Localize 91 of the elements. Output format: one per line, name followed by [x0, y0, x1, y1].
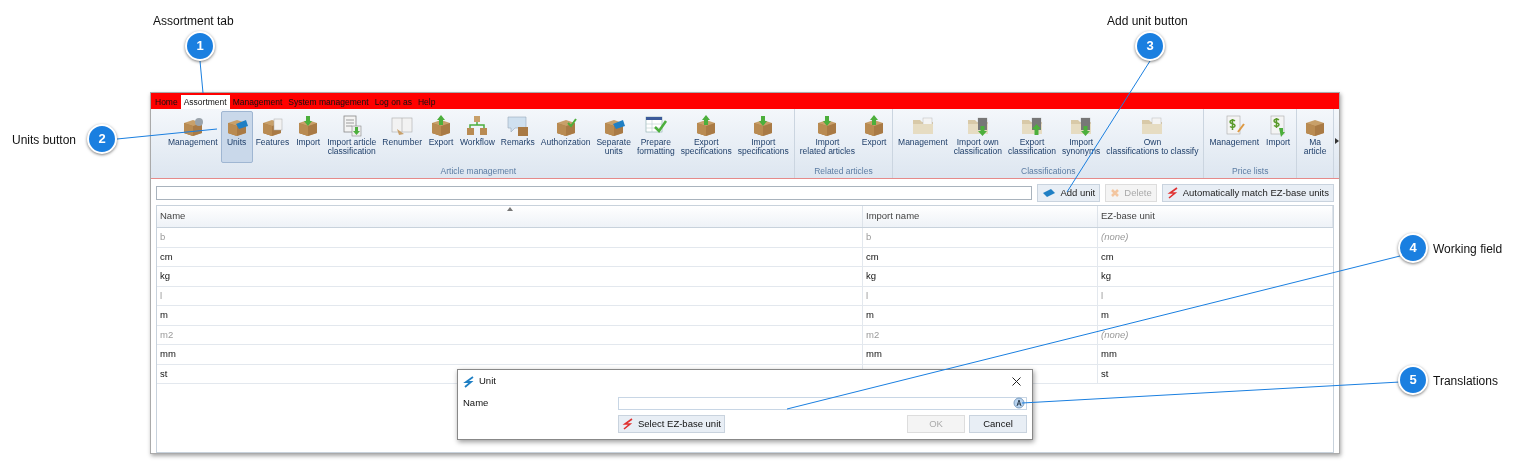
table-cell: m [160, 308, 168, 323]
group-title: Related articles [813, 166, 874, 178]
table-row[interactable]: kg kg kg [157, 267, 1333, 287]
ribbon-button[interactable]: Import own classification [950, 111, 1005, 163]
lightning-icon [1166, 187, 1179, 199]
ribbon-button[interactable]: Remarks [497, 111, 538, 163]
ribbon-button[interactable]: Authorization [537, 111, 594, 163]
ribbon-button[interactable]: Ma article [1299, 111, 1332, 163]
group-title: Classifications [1020, 166, 1077, 178]
ribbon-button[interactable]: Renumber [379, 111, 425, 163]
auto-match-button[interactable]: Automatically match EZ-base units [1161, 184, 1334, 202]
table-cell: cm [1101, 249, 1114, 264]
table-cell: kg [866, 269, 877, 284]
ribbon-button[interactable]: Import article classification [324, 111, 380, 163]
table-cell: m [1101, 308, 1109, 323]
callout-label: Units button [12, 132, 77, 149]
cross-icon [1110, 188, 1121, 198]
table-cell: b [160, 230, 166, 245]
column-header[interactable]: Import name [866, 209, 920, 224]
menu-tab[interactable]: Assortment [180, 95, 230, 109]
scroll-arrow-icon[interactable] [1334, 137, 1339, 145]
callout-badge: 2 [87, 124, 117, 154]
sort-arrow-icon [507, 207, 513, 211]
ribbon-button[interactable]: Management [895, 111, 951, 163]
ribbon-button[interactable]: Import synonyms [1059, 111, 1104, 163]
name-field[interactable] [617, 396, 1027, 410]
close-icon[interactable] [1012, 377, 1021, 386]
table-cell: kg [160, 269, 171, 284]
unit-icon [1042, 188, 1057, 198]
group-title: Article management [439, 166, 518, 178]
table-row[interactable]: m m m [157, 306, 1333, 326]
table-cell: kg [1101, 269, 1112, 284]
callout-badge: 4 [1398, 233, 1428, 263]
table-cell: (none) [1101, 327, 1129, 342]
callout-label: Assortment tab [153, 13, 234, 30]
table-cell: m2 [160, 327, 174, 342]
callout-label: Add unit button [1107, 13, 1188, 30]
ribbon-button[interactable]: Prepare formatting [633, 111, 678, 163]
ribbon-button[interactable]: Export specifications [677, 111, 735, 163]
add-unit-button[interactable]: Add unit [1037, 184, 1101, 202]
book-icon [389, 114, 416, 138]
table-cell: st [1101, 366, 1109, 381]
callout-label: Working field [1433, 241, 1503, 258]
table-cell: mm [866, 347, 882, 362]
lightning-icon [622, 418, 634, 430]
menu-tab[interactable]: Help [415, 95, 439, 109]
field-label: Name [463, 395, 490, 410]
column-header[interactable]: EZ-base unit [1101, 209, 1155, 224]
table-cell: mm [160, 347, 176, 362]
column-header[interactable]: Name [160, 209, 186, 224]
ribbon-button[interactable]: Management [165, 111, 221, 163]
table-row[interactable]: mm mm mm [157, 345, 1333, 365]
ribbon-button[interactable]: Import [292, 111, 325, 163]
cancel-button[interactable]: Cancel [969, 415, 1027, 433]
ribbon-button[interactable]: Workflow [457, 111, 498, 163]
ribbon-button[interactable]: Import related articles [796, 111, 859, 163]
ribbon-button[interactable]: Export [858, 111, 891, 163]
menu-tab[interactable]: Log on as [371, 95, 415, 109]
table-cell: b [866, 230, 872, 245]
ribbon-button[interactable]: Separate units [593, 111, 634, 163]
select-ez-base-unit-button[interactable]: Select EZ-base unit [618, 415, 725, 433]
table-cell: cm [866, 249, 879, 264]
ribbon-button[interactable]: Management [1206, 111, 1263, 163]
table-cell: st [160, 366, 168, 381]
ribbon-button[interactable]: Own classifications to classify [1103, 111, 1202, 163]
ribbon-button[interactable]: Units [220, 111, 253, 163]
leader-line [199, 60, 204, 94]
ribbon-button[interactable]: Features [252, 111, 293, 163]
table-row[interactable]: cm cm cm [157, 247, 1333, 267]
menu-tab[interactable]: Management [229, 95, 286, 109]
menu-tab[interactable]: System management [285, 95, 372, 109]
menu-tab[interactable]: Home [152, 95, 181, 109]
callout-badge: 3 [1135, 31, 1165, 61]
callout-badge: 5 [1398, 365, 1428, 395]
table-cell: (none) [1101, 230, 1129, 245]
dialog-title: Unit [479, 374, 496, 389]
ribbon-button[interactable]: Import specifications [734, 111, 792, 163]
ribbon-button[interactable]: Export classification [1004, 111, 1060, 163]
group-title: Price lists [1231, 166, 1270, 178]
ribbon-button[interactable]: Import [1262, 111, 1295, 163]
table-cell: cm [160, 249, 173, 264]
table-cell: mm [1101, 347, 1117, 362]
app-logo-icon [463, 375, 475, 388]
speech-bubble-icon [504, 114, 531, 138]
ribbon-button[interactable]: Export [425, 111, 457, 163]
search-field[interactable] [156, 186, 1033, 200]
table-cell: m [866, 308, 874, 323]
callout-badge: 1 [185, 31, 215, 61]
table-cell: m2 [866, 327, 880, 342]
translations-icon[interactable] [1013, 397, 1025, 409]
callout-label: Translations [1433, 373, 1498, 390]
